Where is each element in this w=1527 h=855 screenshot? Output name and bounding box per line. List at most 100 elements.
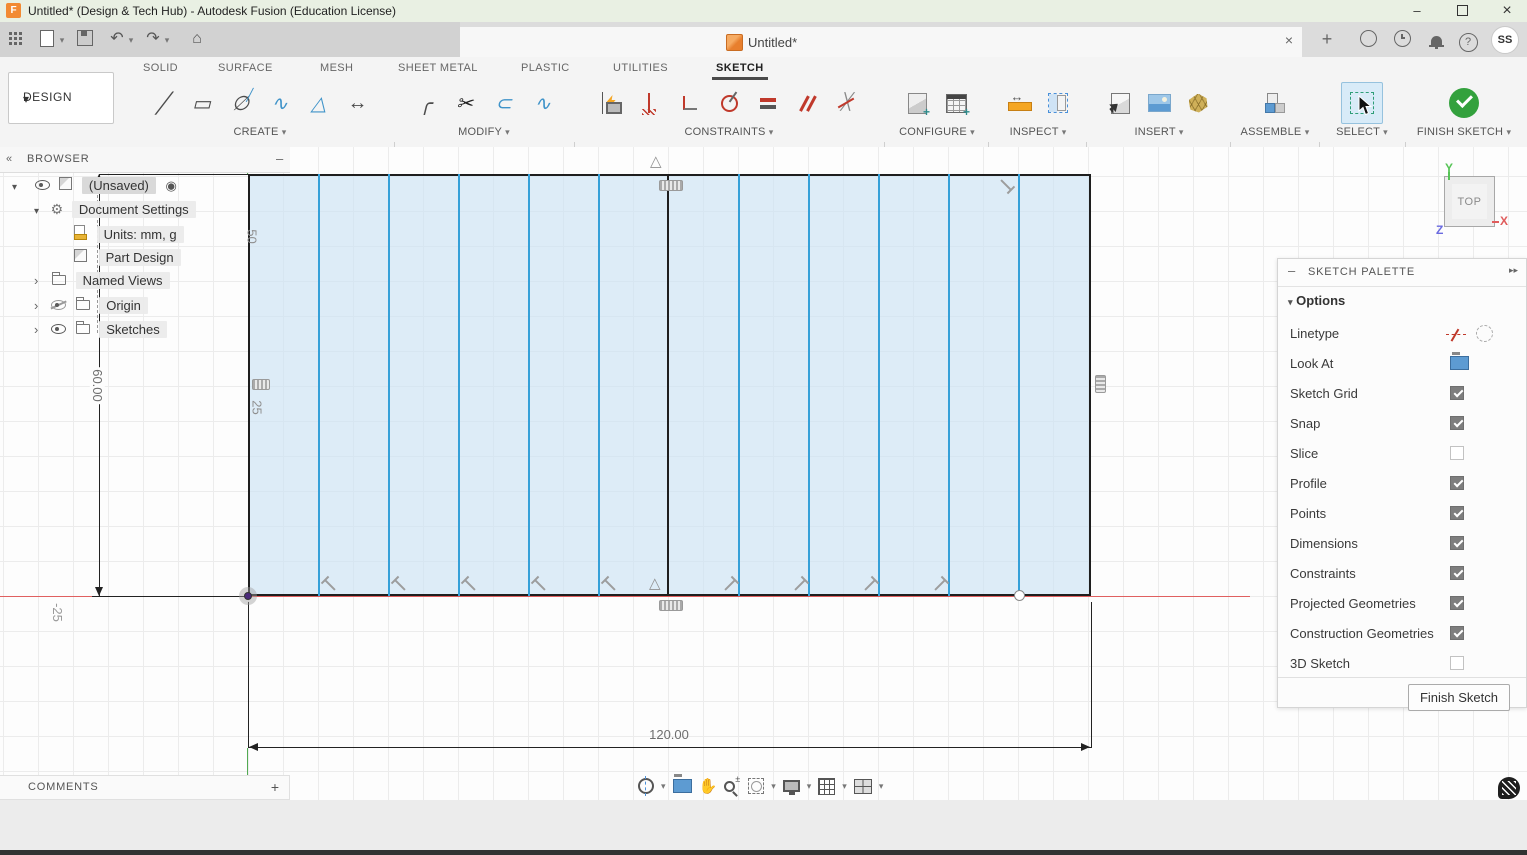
group-label-constraints[interactable]: CONSTRAINTS ▾	[578, 126, 880, 138]
dim-width-label[interactable]: 120.00	[599, 727, 739, 742]
document-tab[interactable]: Untitled* ×	[460, 27, 1302, 57]
grid-settings-button[interactable]	[818, 777, 836, 795]
construction-linetype-icon[interactable]	[1476, 325, 1493, 342]
visibility-eye-icon[interactable]	[50, 324, 66, 334]
redo-caret[interactable]: ▾	[162, 28, 172, 50]
sketch-construction-line[interactable]	[738, 174, 740, 596]
tree-item-origin[interactable]: › Origin	[34, 297, 148, 317]
config-table-icon[interactable]	[942, 86, 972, 120]
file-menu-caret[interactable]: ▾	[57, 28, 67, 50]
workspace-selector[interactable]: DESIGN ▾	[8, 72, 114, 124]
viewports-caret[interactable]: ▾	[879, 781, 884, 792]
fit-caret[interactable]: ▾	[771, 781, 776, 792]
group-label-modify[interactable]: MODIFY ▾	[398, 126, 570, 138]
extensions-icon[interactable]	[1358, 30, 1378, 50]
dim-120-line[interactable]	[248, 746, 1091, 748]
centerline-linetype-icon[interactable]	[1446, 329, 1466, 341]
slice-checkbox[interactable]	[1450, 446, 1464, 460]
trim-scissors-icon[interactable]: ✂	[450, 86, 480, 120]
viewcube[interactable]: TOP	[1444, 176, 1495, 227]
orbit-caret[interactable]: ▾	[661, 781, 666, 792]
tab-utilities[interactable]: UTILITIES	[613, 62, 668, 74]
sketch-center-line[interactable]	[667, 174, 669, 596]
section-analysis-icon[interactable]	[1043, 86, 1073, 120]
new-tab-button[interactable]: +	[1318, 28, 1336, 50]
sketch-construction-line[interactable]	[388, 174, 390, 596]
origin-point[interactable]	[239, 587, 257, 605]
offset-icon[interactable]: ⊂	[489, 86, 519, 120]
parallel-constraint-icon[interactable]	[792, 86, 822, 120]
measure-icon[interactable]	[1004, 86, 1034, 120]
tangent-constraint-icon[interactable]	[714, 86, 744, 120]
sketch-point[interactable]	[1014, 590, 1025, 601]
symmetry-constraint-icon[interactable]: ╳	[831, 86, 861, 120]
sketch-profile-rectangle[interactable]	[248, 174, 1091, 596]
feedback-chat-icon[interactable]	[1498, 777, 1520, 799]
3d-sketch-checkbox[interactable]	[1450, 656, 1464, 670]
dim-height-label[interactable]: 60.00	[89, 367, 105, 404]
file-menu-button[interactable]	[36, 28, 58, 50]
sketch-construction-line[interactable]	[598, 174, 600, 596]
equal-constraint-icon[interactable]	[753, 86, 783, 120]
activate-radio-icon[interactable]: ◉	[166, 178, 177, 193]
fillet-icon[interactable]: ╭	[411, 86, 441, 120]
tree-item-unsaved[interactable]: ▾ (Unsaved) ◉	[12, 177, 177, 197]
help-icon[interactable]: ?	[1458, 30, 1478, 52]
insert-mesh-icon[interactable]	[1183, 86, 1213, 120]
tab-mesh[interactable]: MESH	[320, 62, 353, 74]
zoom-button[interactable]	[724, 774, 740, 792]
options-section-header[interactable]: ▾ Options	[1288, 293, 1345, 308]
finish-sketch-palette-button[interactable]: Finish Sketch	[1408, 684, 1510, 711]
redo-button[interactable]: ↷	[142, 28, 164, 50]
close-button[interactable]: ×	[1492, 0, 1522, 22]
group-label-assemble[interactable]: ASSEMBLE ▾	[1234, 126, 1316, 138]
sketch-dimension-icon[interactable]	[597, 86, 627, 120]
app-grid-menu-button[interactable]	[4, 28, 26, 50]
construction-geometries-checkbox[interactable]	[1450, 626, 1464, 640]
rectangle-icon[interactable]: ▭	[187, 86, 217, 120]
account-avatar[interactable]: SS	[1491, 26, 1519, 54]
group-label-inspect[interactable]: INSPECT ▾	[992, 126, 1084, 138]
tab-close-icon[interactable]: ×	[1280, 32, 1298, 48]
line-icon[interactable]: ╱	[148, 86, 178, 120]
sketch-grid-checkbox[interactable]	[1450, 386, 1464, 400]
tree-item-document-settings[interactable]: ▾ ⚙ Document Settings	[34, 201, 196, 221]
display-settings-button[interactable]	[782, 780, 800, 795]
expand-panel-icon[interactable]: ▸▸	[1509, 265, 1518, 276]
group-label-create[interactable]: CREATE ▾	[128, 126, 392, 138]
finish-sketch-button[interactable]: FINISH SKETCH ▾	[1408, 126, 1520, 138]
profile-checkbox[interactable]	[1450, 476, 1464, 490]
browser-panel-header[interactable]: « BROWSER –	[0, 147, 290, 173]
tab-solid[interactable]: SOLID	[143, 62, 178, 74]
fix-constraint-icon[interactable]	[636, 86, 666, 120]
minimize-panel-icon[interactable]: –	[1288, 263, 1295, 278]
insert-derive-icon[interactable]	[1105, 86, 1135, 120]
sketch-construction-line[interactable]	[318, 174, 320, 596]
tree-item-part-design[interactable]: Part Design	[74, 249, 181, 269]
canvas-image-icon[interactable]	[1144, 86, 1174, 120]
visibility-eye-icon[interactable]	[34, 180, 50, 190]
tree-item-sketches[interactable]: › Sketches	[34, 321, 167, 341]
tab-plastic[interactable]: PLASTIC	[521, 62, 570, 74]
sketch-construction-line[interactable]	[948, 174, 950, 596]
tree-item-units[interactable]: Units: mm, g	[73, 225, 184, 245]
viewports-button[interactable]	[853, 778, 872, 794]
spline-icon[interactable]: ∿	[265, 86, 295, 120]
sketch-palette-header[interactable]: – SKETCH PALETTE ▸▸	[1278, 259, 1526, 287]
look-at-button[interactable]	[672, 779, 692, 793]
caret-right-icon[interactable]: ›	[34, 322, 38, 337]
grid-caret[interactable]: ▾	[842, 781, 847, 792]
sketch-construction-line[interactable]	[1018, 174, 1020, 596]
fit-button[interactable]	[748, 778, 765, 794]
tab-sheet-metal[interactable]: SHEET METAL	[398, 62, 478, 74]
maximize-button[interactable]	[1447, 0, 1477, 22]
sketch-construction-line[interactable]	[458, 174, 460, 596]
new-component-icon[interactable]	[1260, 86, 1290, 120]
job-status-icon[interactable]	[1392, 30, 1412, 50]
caret-down-icon[interactable]: ▾	[12, 182, 17, 193]
caret-down-icon[interactable]: ▾	[34, 206, 39, 217]
circle-icon[interactable]: ∅ ╱	[226, 86, 256, 120]
dimension-icon[interactable]: ↔	[343, 86, 373, 120]
sketch-construction-line[interactable]	[878, 174, 880, 596]
comments-bar[interactable]: COMMENTS +	[0, 775, 290, 800]
